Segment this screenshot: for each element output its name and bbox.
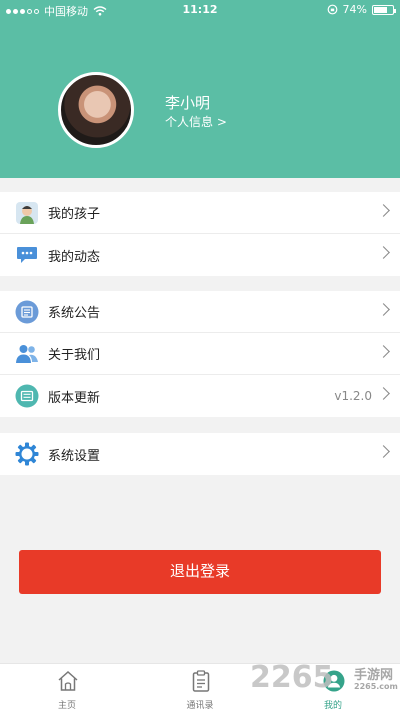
tab-label: 我的 (323, 701, 342, 711)
status-bar: 中国移动 11:12 74% (0, 0, 400, 20)
menu-item-my-activity[interactable]: 我的动态 (0, 234, 400, 276)
menu-item-version-update[interactable]: 版本更新 v1.2.0 (0, 375, 400, 417)
watermark-name: 手游网 (354, 668, 394, 683)
chat-bubble-icon (14, 243, 40, 267)
profile-info-link[interactable]: 个人信息 > (165, 113, 227, 130)
tab-label: 通讯录 (186, 701, 214, 711)
logout-button[interactable]: 退出登录 (19, 550, 381, 594)
child-avatar-icon (14, 201, 40, 225)
menu-label: 系统公告 (48, 306, 101, 321)
tab-contacts[interactable]: 通讯录 (133, 664, 267, 711)
watermark-number: 2265 (250, 660, 334, 695)
menu-item-about-us[interactable]: 关于我们 (0, 333, 400, 375)
tab-label: 主页 (57, 701, 76, 711)
watermark-site: 2265.com (354, 682, 398, 691)
battery-percent: 74% (342, 3, 367, 16)
menu-item-my-children[interactable]: 我的孩子 (0, 192, 400, 234)
menu-label: 系统设置 (48, 448, 101, 464)
chevron-right-icon (377, 246, 390, 259)
chevron-right-icon (377, 387, 390, 400)
profile-header (0, 0, 400, 178)
gear-icon (14, 442, 40, 466)
notice-board-icon (14, 300, 40, 324)
people-icon (14, 342, 40, 366)
menu-label: 我的孩子 (48, 207, 101, 222)
chevron-right-icon (377, 345, 390, 358)
avatar[interactable] (58, 72, 134, 148)
menu-label: 我的动态 (48, 249, 101, 265)
menu-group-3: 系统设置 (0, 433, 400, 475)
site-watermark: 2265 手游网 2265.com (250, 658, 400, 698)
clipboard-icon (192, 670, 210, 692)
version-value: v1.2.0 (334, 389, 372, 403)
battery-fill (374, 6, 387, 13)
rotation-lock-icon (327, 4, 337, 15)
update-list-icon (14, 384, 40, 408)
chevron-right-icon (377, 204, 390, 217)
chevron-right-icon (377, 445, 390, 458)
menu-group-2: 系统公告 关于我们 版本更新 v1.2.0 (0, 291, 400, 417)
user-name: 李小明 (165, 94, 211, 112)
menu-label: 版本更新 (48, 390, 101, 406)
chevron-right-icon (377, 303, 390, 316)
home-icon (58, 670, 78, 691)
tab-home[interactable]: 主页 (0, 664, 134, 711)
menu-label: 关于我们 (48, 348, 101, 363)
menu-item-system-notice[interactable]: 系统公告 (0, 291, 400, 333)
battery-icon (372, 4, 396, 15)
menu-item-system-settings[interactable]: 系统设置 (0, 433, 400, 475)
menu-group-1: 我的孩子 我的动态 (0, 192, 400, 276)
